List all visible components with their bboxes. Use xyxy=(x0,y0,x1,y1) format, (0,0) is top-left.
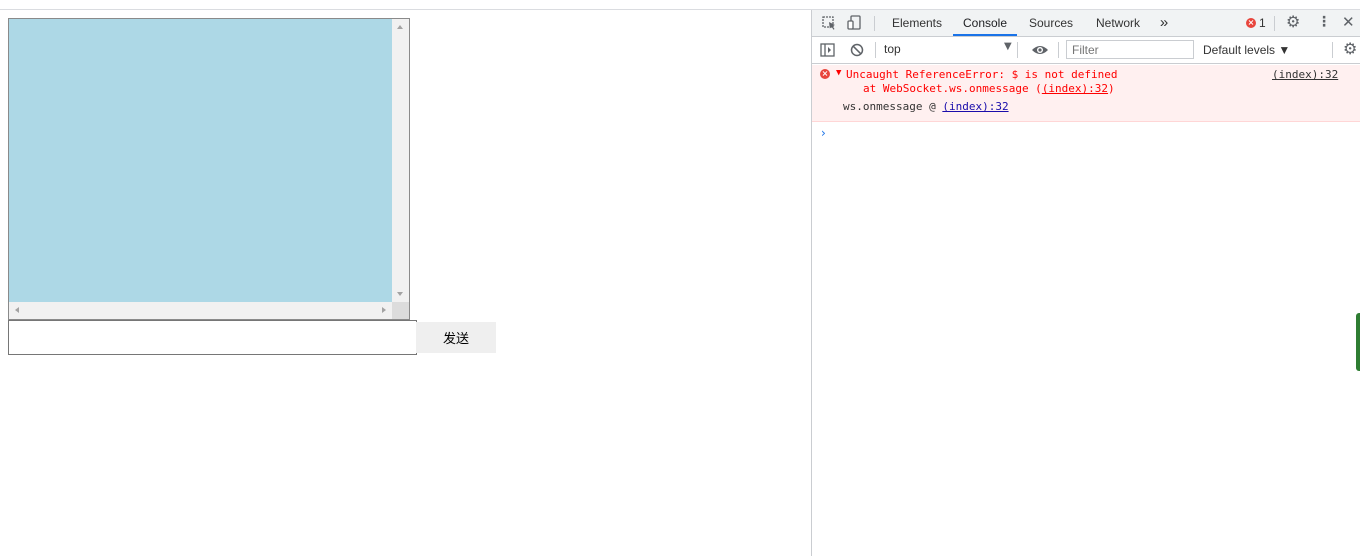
devtools-panel: Elements Console Sources Network » × 1 ⚙… xyxy=(811,10,1360,556)
toolbar-separator xyxy=(1017,42,1018,58)
web-page: 发送 xyxy=(0,10,811,556)
scroll-left-icon[interactable] xyxy=(15,307,19,313)
context-selector[interactable]: top xyxy=(884,42,1014,58)
clear-console-icon[interactable] xyxy=(850,43,864,57)
error-text: Uncaught ReferenceError: $ is not define… xyxy=(846,68,1118,81)
side-grip-handle[interactable] xyxy=(1356,313,1360,371)
trace-line: ws.onmessage @ (index):32 xyxy=(843,100,1009,113)
error-count-icon[interactable]: × xyxy=(1246,18,1256,28)
error-source-link[interactable]: (index):32 xyxy=(1272,68,1338,81)
toolbar-separator xyxy=(1332,42,1333,58)
vertical-scrollbar[interactable] xyxy=(392,19,409,302)
messages-box[interactable] xyxy=(8,18,410,320)
console-prompt-icon[interactable]: › xyxy=(821,126,826,140)
console-toolbar: top ▼ Default levels ▼ ⚙ xyxy=(812,37,1360,64)
tab-separator xyxy=(874,16,875,31)
stack-frame-suffix: ) xyxy=(1108,82,1115,95)
tab-separator xyxy=(1274,16,1275,31)
log-levels-dropdown[interactable]: Default levels ▼ xyxy=(1203,43,1290,57)
device-toolbar-icon[interactable] xyxy=(847,15,862,31)
stack-frame-prefix: at WebSocket.ws.onmessage ( xyxy=(863,82,1042,95)
context-dropdown-icon[interactable]: ▼ xyxy=(1004,41,1012,52)
tab-network[interactable]: Network xyxy=(1087,10,1149,36)
tab-console[interactable]: Console xyxy=(953,10,1017,36)
tab-sources[interactable]: Sources xyxy=(1020,10,1082,36)
console-filter-input[interactable] xyxy=(1066,40,1194,59)
scroll-right-icon[interactable] xyxy=(382,307,386,313)
devtools-tabbar: Elements Console Sources Network » × 1 ⚙… xyxy=(812,10,1360,37)
message-input[interactable] xyxy=(8,320,417,355)
console-error-message: × ▼ Uncaught ReferenceError: $ is not de… xyxy=(812,65,1360,122)
scroll-down-icon[interactable] xyxy=(397,292,403,296)
scroll-up-icon[interactable] xyxy=(397,25,403,29)
show-sidebar-icon[interactable] xyxy=(820,43,835,57)
trace-prefix: ws.onmessage @ xyxy=(843,100,943,113)
trace-link[interactable]: (index):32 xyxy=(942,100,1008,113)
console-settings-gear-icon[interactable]: ⚙ xyxy=(1343,41,1357,57)
tab-elements[interactable]: Elements xyxy=(884,10,950,36)
expand-triangle-icon[interactable]: ▼ xyxy=(836,68,841,78)
toolbar-separator xyxy=(1058,42,1059,58)
more-options-icon[interactable]: ⋮ xyxy=(1317,15,1331,29)
live-expression-eye-icon[interactable] xyxy=(1031,44,1049,56)
inspect-element-icon[interactable] xyxy=(822,16,837,31)
horizontal-scrollbar[interactable] xyxy=(9,302,392,319)
settings-gear-icon[interactable]: ⚙ xyxy=(1286,14,1300,30)
more-tabs-icon[interactable]: » xyxy=(1155,10,1173,36)
close-devtools-icon[interactable]: ✕ xyxy=(1342,15,1355,30)
toolbar-separator xyxy=(875,42,876,58)
stack-frame: at WebSocket.ws.onmessage ((index):32) xyxy=(863,82,1115,95)
error-icon: × xyxy=(820,69,830,79)
scrollbar-corner xyxy=(392,302,409,319)
send-button[interactable]: 发送 xyxy=(416,322,496,353)
stack-frame-link[interactable]: (index):32 xyxy=(1042,82,1108,95)
error-count[interactable]: 1 xyxy=(1259,16,1266,30)
